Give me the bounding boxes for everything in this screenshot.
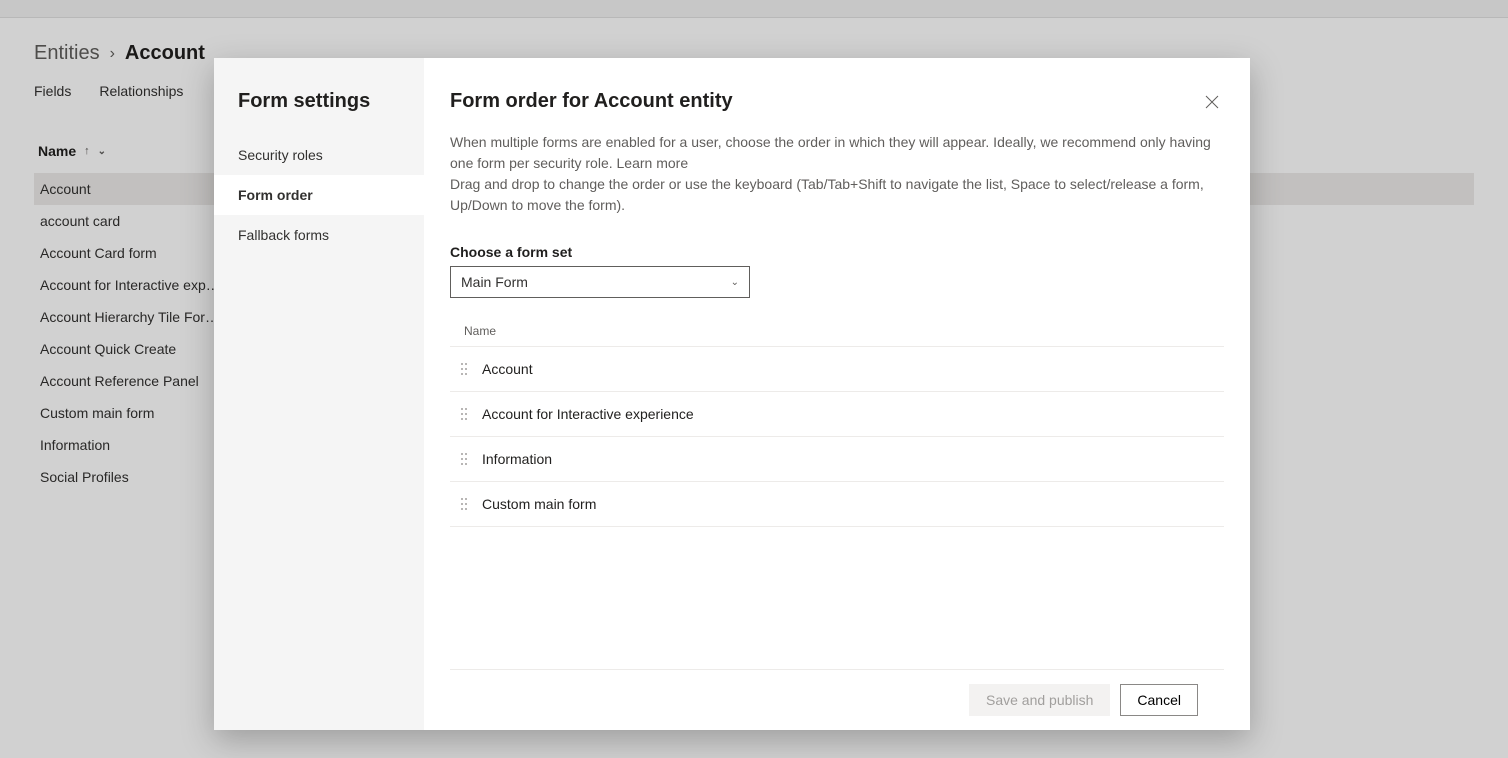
close-button[interactable]	[1200, 90, 1224, 114]
form-order-item-label: Custom main form	[482, 496, 596, 512]
form-order-header: Name	[450, 316, 1224, 347]
dialog-footer: Save and publish Cancel	[450, 669, 1224, 730]
form-order-item[interactable]: Account for Interactive experience	[450, 392, 1224, 437]
description-text-1: When multiple forms are enabled for a us…	[450, 134, 1211, 171]
form-order-item[interactable]: Information	[450, 437, 1224, 482]
drag-handle-icon[interactable]	[460, 452, 468, 466]
form-settings-dialog: Form settings Security roles Form order …	[214, 58, 1250, 730]
description-text-2: Drag and drop to change the order or use…	[450, 176, 1204, 213]
form-order-item-label: Information	[482, 451, 552, 467]
dialog-main-panel: Form order for Account entity When multi…	[424, 58, 1250, 730]
drag-handle-icon[interactable]	[460, 362, 468, 376]
learn-more-link[interactable]: Learn more	[617, 155, 689, 171]
side-item-fallback-forms[interactable]: Fallback forms	[214, 215, 424, 255]
drag-handle-icon[interactable]	[460, 497, 468, 511]
form-order-item-label: Account for Interactive experience	[482, 406, 694, 422]
form-order-item[interactable]: Custom main form	[450, 482, 1224, 527]
drag-handle-icon[interactable]	[460, 407, 468, 421]
save-and-publish-button[interactable]: Save and publish	[969, 684, 1110, 716]
dialog-title: Form order for Account entity	[450, 90, 733, 113]
side-panel-title: Form settings	[214, 90, 424, 135]
dialog-side-panel: Form settings Security roles Form order …	[214, 58, 424, 730]
form-order-item[interactable]: Account	[450, 347, 1224, 392]
close-icon	[1205, 95, 1219, 109]
chevron-down-icon: ⌄	[731, 277, 739, 288]
form-set-label: Choose a form set	[450, 244, 1224, 260]
form-set-value: Main Form	[461, 274, 528, 290]
side-item-security-roles[interactable]: Security roles	[214, 135, 424, 175]
cancel-button[interactable]: Cancel	[1120, 684, 1198, 716]
side-item-form-order[interactable]: Form order	[214, 175, 424, 215]
form-order-item-label: Account	[482, 361, 533, 377]
dialog-description: When multiple forms are enabled for a us…	[450, 132, 1220, 216]
form-set-select[interactable]: Main Form ⌄	[450, 266, 750, 298]
